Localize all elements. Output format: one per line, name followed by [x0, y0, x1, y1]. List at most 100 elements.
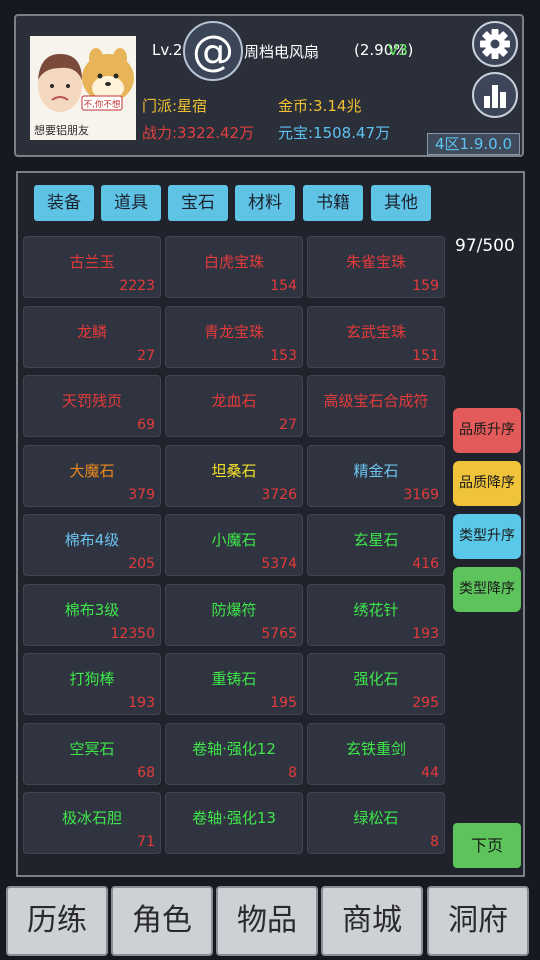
item-count: 193	[412, 626, 439, 642]
stats-button[interactable]	[472, 72, 518, 118]
item-name: 高级宝石合成符	[323, 392, 429, 410]
item-name: 极冰石胆	[61, 809, 122, 827]
item-slot[interactable]: 玄铁重剑 44	[307, 723, 445, 785]
item-slot[interactable]: 绿松石 8	[307, 792, 445, 854]
item-name: 玄铁重剑	[345, 740, 406, 758]
tab-materials[interactable]: 材料	[235, 185, 295, 221]
item-slot[interactable]: 棉布3级 12350	[23, 584, 161, 646]
avatar[interactable]: 不,你不想 想要铝朋友	[30, 36, 136, 140]
item-count: 71	[137, 834, 155, 850]
item-slot[interactable]: 白虎宝珠 154	[165, 236, 303, 298]
item-name: 古兰玉	[69, 253, 115, 271]
item-slot[interactable]: 玄武宝珠 151	[307, 306, 445, 368]
item-count: 68	[137, 765, 155, 781]
item-count: 3169	[403, 487, 439, 503]
item-name: 白虎宝珠	[203, 253, 264, 271]
item-name: 打狗棒	[69, 670, 115, 688]
item-name: 青龙宝珠	[203, 323, 264, 341]
item-count: 205	[128, 556, 155, 572]
item-name: 龙血石	[211, 392, 257, 410]
next-page-button[interactable]: 下页	[453, 823, 521, 868]
item-slot[interactable]: 重铸石 195	[165, 653, 303, 715]
item-name: 小魔石	[211, 531, 257, 549]
item-slot[interactable]: 极冰石胆 71	[23, 792, 161, 854]
tab-other[interactable]: 其他	[371, 185, 431, 221]
tab-books[interactable]: 书籍	[303, 185, 363, 221]
item-name: 绿松石	[353, 809, 399, 827]
nav-cave[interactable]: 洞府	[427, 886, 529, 956]
item-name: 卷轴·强化13	[192, 809, 276, 827]
item-slot[interactable]: 打狗棒 193	[23, 653, 161, 715]
combat-power: 战力:3322.42万	[142, 124, 255, 142]
item-slot[interactable]: 朱雀宝珠 159	[307, 236, 445, 298]
item-slot[interactable]: 棉布4级 205	[23, 514, 161, 576]
item-count: 2223	[119, 278, 155, 294]
avatar-caption: 想要铝朋友	[34, 124, 89, 137]
item-count: 153	[270, 348, 297, 364]
vip-level: V3	[388, 41, 408, 59]
item-slot[interactable]: 卷轴·强化13	[165, 792, 303, 854]
item-count: 27	[279, 417, 297, 433]
server-version-badge: 4区1.9.0.0	[427, 133, 520, 155]
item-name: 棉布3级	[64, 601, 120, 619]
nav-items[interactable]: 物品	[216, 886, 318, 956]
item-name: 空冥石	[69, 740, 115, 758]
nav-training[interactable]: 历练	[6, 886, 108, 956]
sort-quality-asc-button[interactable]: 品质升序	[453, 408, 521, 453]
sect-label: 门派:星宿	[142, 97, 208, 115]
item-slot[interactable]: 绣花针 193	[307, 584, 445, 646]
sort-quality-desc-button[interactable]: 品质降序	[453, 461, 521, 506]
settings-button[interactable]	[472, 21, 518, 67]
avatar-sign-text: 不,你不想	[84, 99, 121, 110]
item-slot[interactable]: 小魔石 5374	[165, 514, 303, 576]
item-count: 5374	[261, 556, 297, 572]
at-icon[interactable]: @	[183, 21, 243, 81]
item-name: 卷轴·强化12	[192, 740, 276, 758]
nav-shop[interactable]: 商城	[321, 886, 423, 956]
item-name: 龙鳞	[76, 323, 107, 341]
item-count: 154	[270, 278, 297, 294]
item-slot[interactable]: 空冥石 68	[23, 723, 161, 785]
item-slot[interactable]: 卷轴·强化12 8	[165, 723, 303, 785]
item-slot[interactable]: 龙鳞 27	[23, 306, 161, 368]
item-slot[interactable]: 高级宝石合成符	[307, 375, 445, 437]
item-slot[interactable]: 龙血石 27	[165, 375, 303, 437]
item-count: 5765	[261, 626, 297, 642]
item-slot[interactable]: 古兰玉 2223	[23, 236, 161, 298]
item-slot[interactable]: 坦桑石 3726	[165, 445, 303, 507]
player-level: Lv.2	[152, 41, 183, 59]
item-name: 玄星石	[353, 531, 399, 549]
item-slot[interactable]: 玄星石 416	[307, 514, 445, 576]
item-count: 27	[137, 348, 155, 364]
tab-equipment[interactable]: 装备	[34, 185, 94, 221]
item-name: 大魔石	[69, 462, 115, 480]
bottom-nav: 历练 角色 物品 商城 洞府	[6, 886, 534, 956]
item-slot[interactable]: 天罚残页 69	[23, 375, 161, 437]
item-slot[interactable]: 强化石 295	[307, 653, 445, 715]
tab-gems[interactable]: 宝石	[168, 185, 228, 221]
item-count: 195	[270, 695, 297, 711]
inventory-capacity: 97/500	[455, 236, 515, 256]
inventory-panel: 装备 道具 宝石 材料 书籍 其他 古兰玉 2223 白虎宝珠 154 朱雀宝珠 159 龙…	[16, 171, 525, 877]
item-slot[interactable]: 青龙宝珠 153	[165, 306, 303, 368]
item-slot[interactable]: 大魔石 379	[23, 445, 161, 507]
tab-props[interactable]: 道具	[101, 185, 161, 221]
item-count: 3726	[261, 487, 297, 503]
sort-type-asc-button[interactable]: 类型升序	[453, 514, 521, 559]
nav-character[interactable]: 角色	[111, 886, 213, 956]
item-slot[interactable]: 精金石 3169	[307, 445, 445, 507]
item-name: 绣花针	[353, 601, 399, 619]
item-count: 69	[137, 417, 155, 433]
item-name: 坦桑石	[211, 462, 257, 480]
item-name: 重铸石	[211, 670, 257, 688]
item-name: 强化石	[353, 670, 399, 688]
item-slot[interactable]: 防爆符 5765	[165, 584, 303, 646]
item-count: 416	[412, 556, 439, 572]
gear-icon	[480, 29, 510, 59]
item-name: 防爆符	[211, 601, 257, 619]
bar-chart-icon	[484, 85, 506, 108]
equipped-item-name: 周档电风扇	[244, 43, 320, 61]
item-count: 8	[288, 765, 297, 781]
sort-type-desc-button[interactable]: 类型降序	[453, 567, 521, 612]
gold-amount: 金币:3.14兆	[278, 97, 362, 115]
